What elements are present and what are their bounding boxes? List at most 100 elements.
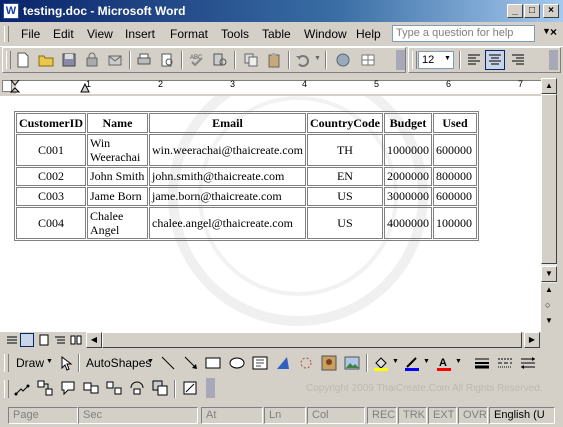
table-cell[interactable]: TH	[306, 134, 383, 166]
table-cell[interactable]: 1000000	[383, 134, 432, 166]
text-box-icon[interactable]	[252, 355, 268, 371]
status-language[interactable]: English (U	[489, 407, 555, 424]
email-icon[interactable]	[107, 52, 123, 68]
table-cell[interactable]: 4000000	[383, 207, 432, 239]
open-folder-icon[interactable]	[38, 52, 54, 68]
web-layout-view-button[interactable]	[20, 333, 34, 347]
table-cell[interactable]: 600000	[432, 134, 477, 166]
menu-view[interactable]: View	[87, 27, 113, 41]
menu-edit[interactable]: Edit	[53, 27, 74, 41]
arrow-style-icon[interactable]	[520, 355, 536, 371]
select-browse-object-icon[interactable]: ○	[545, 300, 550, 310]
table-cell[interactable]: C001	[16, 134, 86, 166]
table-column-marker-icon[interactable]	[80, 83, 90, 93]
table-cell[interactable]: 100000	[432, 207, 477, 239]
line-color-dropdown-icon[interactable]: ▼	[423, 358, 430, 365]
document-area[interactable]: CustomerID Name Email CountryCode Budget…	[0, 96, 541, 332]
table-cell[interactable]: EN	[306, 167, 383, 186]
table-cell[interactable]: 600000	[432, 187, 477, 206]
horizontal-scroll-thumb[interactable]	[102, 332, 522, 348]
callout-icon[interactable]	[60, 380, 76, 396]
table-cell[interactable]: C002	[16, 167, 86, 186]
menu-help[interactable]: Help	[356, 27, 381, 41]
autoshapes-dropdown-icon[interactable]: ▼	[147, 358, 154, 365]
ungroup-icon[interactable]	[106, 380, 122, 396]
toolbar-options-icon[interactable]	[396, 50, 405, 70]
customer-table[interactable]: CustomerID Name Email CountryCode Budget…	[14, 111, 479, 241]
ask-question-input[interactable]: Type a question for help	[392, 25, 535, 42]
fill-color-icon[interactable]	[373, 355, 389, 371]
reading-layout-view-icon[interactable]	[70, 334, 82, 346]
table-cell[interactable]: 800000	[432, 167, 477, 186]
toolbar-grip[interactable]	[4, 380, 9, 398]
scroll-left-icon[interactable]: ◀	[86, 332, 102, 348]
outline-view-icon[interactable]	[54, 334, 66, 346]
table-cell[interactable]: john.smith@thaicreate.com	[149, 167, 306, 186]
column-header[interactable]: CustomerID	[16, 113, 86, 133]
table-cell[interactable]: Win Weerachai	[87, 134, 148, 166]
save-icon[interactable]	[61, 52, 77, 68]
table-cell[interactable]: Jame Born	[87, 187, 148, 206]
toolbar-options-icon[interactable]	[549, 50, 558, 70]
group-icon[interactable]	[83, 380, 99, 396]
scroll-thumb[interactable]	[541, 94, 557, 264]
undo-dropdown-icon[interactable]: ▼	[314, 55, 321, 62]
menu-window[interactable]: Window	[304, 27, 347, 41]
clip-art-icon[interactable]	[321, 355, 337, 371]
research-icon[interactable]	[212, 52, 228, 68]
menu-file[interactable]: File	[21, 27, 40, 41]
dash-style-icon[interactable]	[497, 355, 513, 371]
minimize-button[interactable]: _	[507, 4, 523, 18]
next-page-icon[interactable]: ▼	[545, 316, 553, 325]
align-right-icon[interactable]	[510, 52, 526, 68]
table-cell[interactable]: jame.born@thaicreate.com	[149, 187, 306, 206]
insert-picture-icon[interactable]	[344, 355, 360, 371]
toolbar-grip[interactable]	[4, 354, 9, 372]
table-cell[interactable]: 2000000	[383, 167, 432, 186]
print-layout-view-icon[interactable]	[38, 334, 50, 346]
tables-borders-icon[interactable]	[360, 52, 376, 68]
flowchart-icon[interactable]	[37, 380, 53, 396]
status-track-changes[interactable]: TRK	[398, 407, 427, 424]
regroup-icon[interactable]	[129, 380, 145, 396]
menu-tools[interactable]: Tools	[221, 27, 249, 41]
align-center-button[interactable]	[485, 50, 505, 70]
diagram-icon[interactable]	[298, 355, 314, 371]
hyperlink-icon[interactable]	[335, 52, 351, 68]
normal-view-icon[interactable]	[6, 334, 18, 346]
table-cell[interactable]: US	[306, 187, 383, 206]
select-objects-icon[interactable]	[58, 355, 74, 371]
line-color-icon[interactable]	[404, 355, 420, 371]
undo-icon[interactable]	[295, 52, 311, 68]
line-style-icon[interactable]	[474, 355, 490, 371]
font-size-select[interactable]: 12 ▼	[418, 51, 454, 69]
indent-marker-icon[interactable]	[10, 80, 20, 94]
font-size-dropdown-icon[interactable]: ▼	[444, 55, 451, 62]
column-header[interactable]: CountryCode	[306, 113, 383, 133]
maximize-button[interactable]: □	[524, 4, 540, 18]
table-cell[interactable]: Chalee Angel	[87, 207, 148, 239]
vertical-scrollbar[interactable]: ▲ ▼ ▲ ○ ▼	[541, 78, 557, 332]
menu-insert[interactable]: Insert	[125, 27, 155, 41]
menu-table[interactable]: Table	[262, 27, 291, 41]
autoshapes-menu-button[interactable]: AutoShapes	[86, 356, 151, 370]
scroll-right-icon[interactable]: ▶	[524, 332, 540, 348]
status-record-macro[interactable]: REC	[367, 407, 397, 424]
close-button[interactable]: ×	[543, 4, 559, 18]
status-overtype[interactable]: OVR	[458, 407, 488, 424]
arrow-icon[interactable]	[183, 355, 199, 371]
previous-page-icon[interactable]: ▲	[545, 285, 553, 294]
print-icon[interactable]	[136, 52, 152, 68]
toolbar-grip[interactable]	[412, 51, 417, 69]
permission-icon[interactable]	[84, 52, 100, 68]
font-color-dropdown-icon[interactable]: ▼	[455, 358, 462, 365]
toolbar-grip[interactable]	[6, 51, 11, 69]
wordart-icon[interactable]	[275, 355, 291, 371]
toolbar-options-icon[interactable]	[206, 378, 215, 398]
table-cell[interactable]: 3000000	[383, 187, 432, 206]
column-header[interactable]: Used	[432, 113, 477, 133]
table-cell[interactable]: chalee.angel@thaicreate.com	[149, 207, 306, 239]
scroll-down-icon[interactable]: ▼	[541, 266, 557, 282]
spelling-icon[interactable]: ABC	[189, 52, 205, 68]
ruler-bar[interactable]	[16, 80, 544, 94]
